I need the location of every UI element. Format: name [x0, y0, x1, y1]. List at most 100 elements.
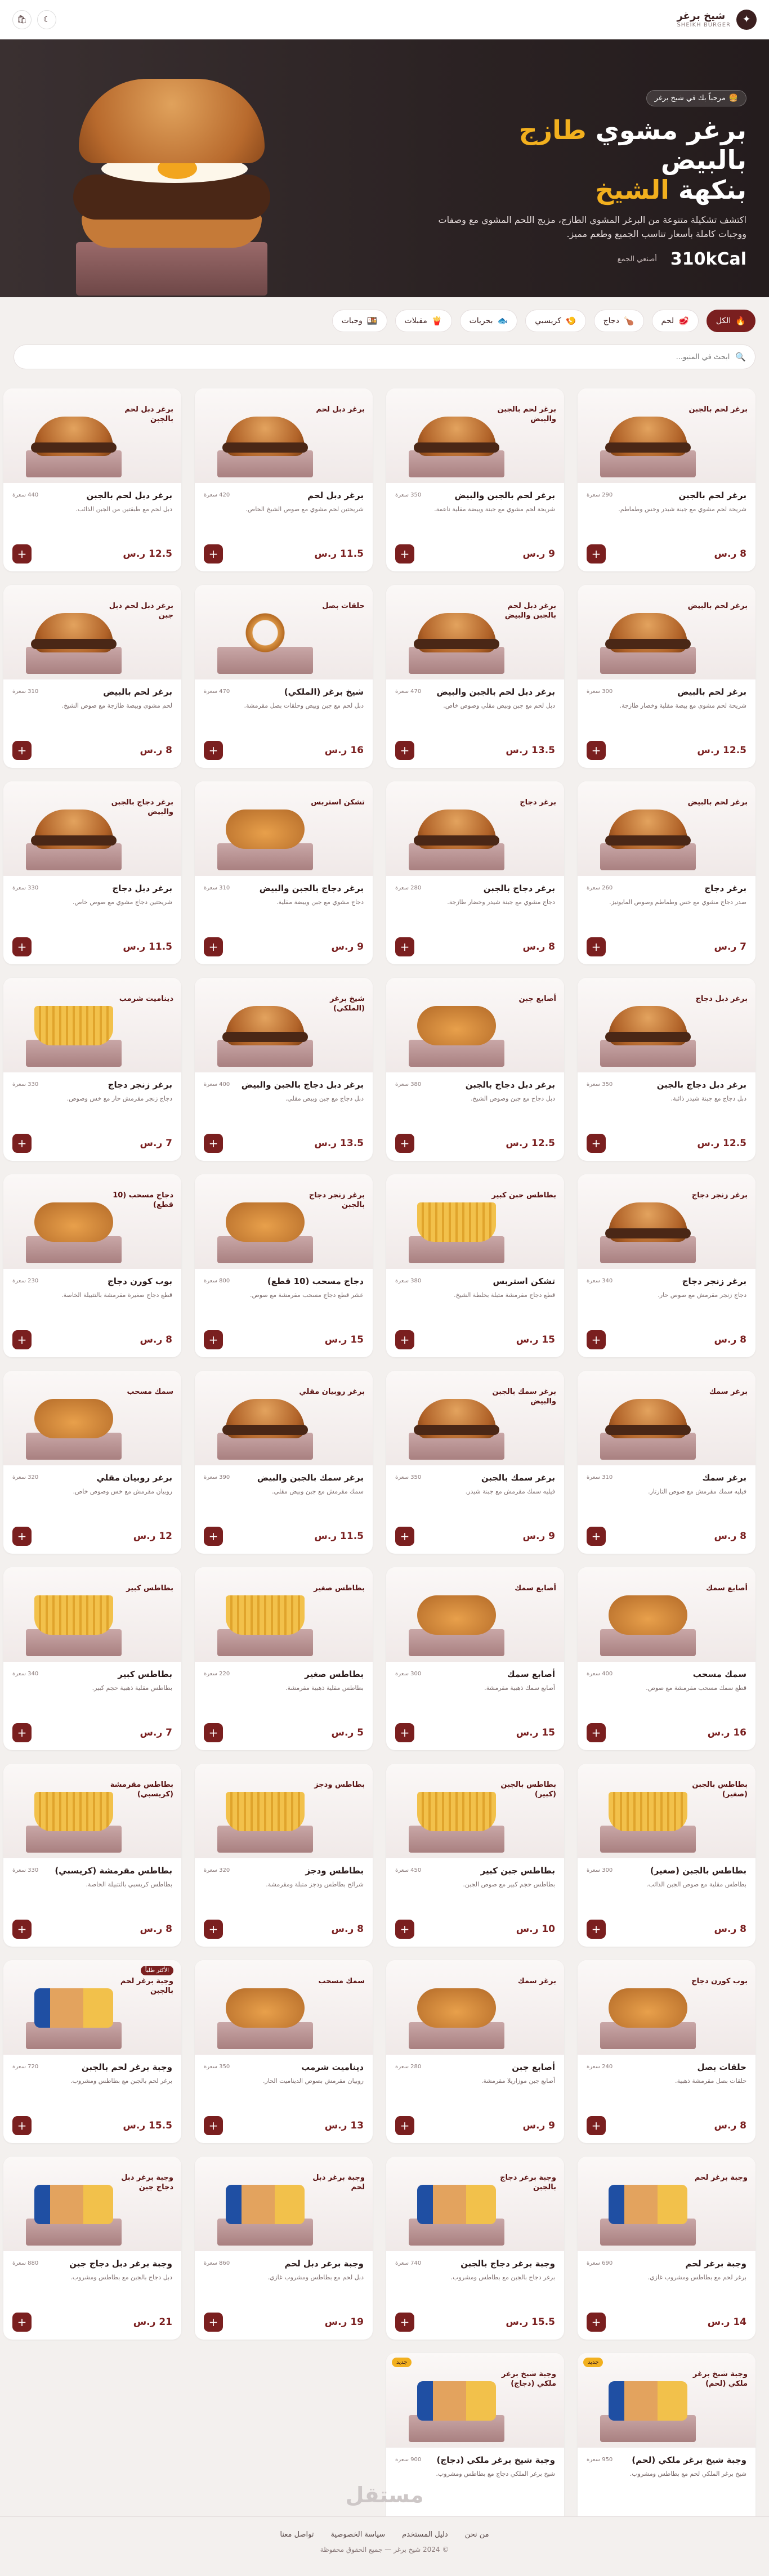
add-to-cart-button[interactable]: + — [204, 1134, 223, 1153]
product-card[interactable]: بطاطس مقرمشة (كريسبي) بطاطس مقرمشة (كريسب… — [3, 1764, 181, 1947]
product-card[interactable]: برغر لحم بالبيض برغر دجاج 260 سعرة صدر دجاج… — [578, 781, 755, 964]
image-label: برغر دبل دجاج — [695, 995, 748, 1003]
brand[interactable]: ✦ شيخ برغر SHEIKH BURGER — [677, 9, 757, 30]
product-card[interactable]: وجبة برغر دبل لحم وجبة برغر دبل لحم 860 سع… — [195, 2157, 373, 2340]
add-to-cart-button[interactable]: + — [12, 741, 32, 760]
add-to-cart-button[interactable]: + — [204, 937, 223, 956]
add-to-cart-button[interactable]: + — [204, 2116, 223, 2135]
footer-link[interactable]: من نحن — [465, 2530, 489, 2539]
category-pill[interactable]: 🔥 الكل — [706, 310, 755, 332]
product-card[interactable]: برغر دجاج برغر دجاج بالجبن 280 سعرة دجاج مش… — [386, 781, 564, 964]
product-card[interactable]: برغر روبيان مقلي برغر سمك بالجبن والبيض 39… — [195, 1371, 373, 1554]
add-to-cart-button[interactable]: + — [587, 741, 606, 760]
product-card[interactable]: تشكن استربس برغر دجاج بالجبن والبيض 310 سع… — [195, 781, 373, 964]
add-to-cart-button[interactable]: + — [587, 1723, 606, 1742]
product-card[interactable]: حلقات بصل شيخ برغر (الملكي) 470 سعرة دبل لح… — [195, 585, 373, 768]
add-to-cart-button[interactable]: + — [395, 1134, 414, 1153]
category-pill[interactable]: 🍗 دجاج — [593, 310, 644, 332]
add-to-cart-button[interactable]: + — [395, 1723, 414, 1742]
product-card[interactable]: دجاج مسحب (10 قطع) بوب كورن دجاج 230 سعرة ق… — [3, 1174, 181, 1357]
add-to-cart-button[interactable]: + — [587, 1134, 606, 1153]
add-to-cart-button[interactable]: + — [587, 2313, 606, 2332]
add-to-cart-button[interactable]: + — [395, 937, 414, 956]
bag-icon[interactable]: 🛍 — [12, 10, 32, 29]
category-pill[interactable]: 🐟 بحريات — [459, 310, 518, 332]
moon-icon[interactable]: ☾ — [37, 10, 56, 29]
add-to-cart-button[interactable]: + — [12, 1134, 32, 1153]
footer-link[interactable]: سياسة الخصوصية — [331, 2530, 386, 2539]
search-bar[interactable]: 🔍 — [14, 345, 755, 369]
product-card[interactable]: برغر زنجر دجاج بالجبن دجاج مسحب (10 قطع) 8… — [195, 1174, 373, 1357]
product-card[interactable]: الأكثر طلباً وجبة برغر لحم بالجبن وجبة برغ… — [3, 1960, 181, 2143]
product-card[interactable]: برغر سمك برغر سمك 310 سعرة فيليه سمك مقرمش … — [578, 1371, 755, 1554]
footer-link[interactable]: تواصل معنا — [280, 2530, 314, 2539]
product-card[interactable]: برغر دبل لحم برغر دبل لحم 420 سعرة شريحتين … — [195, 388, 373, 571]
product-card[interactable]: وجبة برغر لحم وجبة برغر لحم 690 سعرة برغر ل… — [578, 2157, 755, 2340]
product-card[interactable]: برغر دبل دجاج برغر دبل دجاج بالجبن 350 سعر… — [578, 978, 755, 1161]
add-to-cart-button[interactable]: + — [395, 544, 414, 564]
product-card[interactable]: وجبة برغر دجاج بالجبن وجبة برغر دجاج بالج… — [386, 2157, 564, 2340]
product-card[interactable]: برغر زنجر دجاج برغر زنجر دجاج 340 سعرة دجاج… — [578, 1174, 755, 1357]
product-price: 11.5 ر.س — [314, 548, 364, 560]
category-pill[interactable]: 🍟 مقبلات — [395, 310, 452, 332]
product-card[interactable]: برغر لحم بالجبن والبيض برغر لحم بالجبن وا… — [386, 388, 564, 571]
product-price: 9 ر.س — [522, 548, 555, 560]
search-input[interactable] — [23, 352, 730, 361]
product-card[interactable]: برغر دجاج بالجبن والبيض برغر دبل دجاج 330 … — [3, 781, 181, 964]
add-to-cart-button[interactable]: + — [587, 1527, 606, 1546]
product-card[interactable]: برغر لحم بالبيض برغر لحم بالبيض 300 سعرة شر… — [578, 585, 755, 768]
product-card[interactable]: ديناميت شرمب برغر زنجر دجاج 330 سعرة دجاج ز… — [3, 978, 181, 1161]
product-card[interactable]: بطاطس ودجز بطاطس ودجز 320 سعرة شرائح بطاطس … — [195, 1764, 373, 1947]
category-pill[interactable]: 🍱 وجبات — [332, 310, 387, 332]
add-to-cart-button[interactable]: + — [587, 2116, 606, 2135]
add-to-cart-button[interactable]: + — [395, 1330, 414, 1349]
add-to-cart-button[interactable]: + — [395, 2116, 414, 2135]
add-to-cart-button[interactable]: + — [587, 937, 606, 956]
product-card[interactable]: أصابع سمك أصابع سمك 300 سعرة أصابع سمك ذهبي… — [386, 1567, 564, 1750]
product-card[interactable]: برغر سمك أصابع جبن 280 سعرة أصابع جبن موزار… — [386, 1960, 564, 2143]
add-to-cart-button[interactable]: + — [395, 1527, 414, 1546]
add-to-cart-button[interactable]: + — [587, 1330, 606, 1349]
product-card[interactable]: سمك مسحب ديناميت شرمب 350 سعرة روبيان مقرمش… — [195, 1960, 373, 2143]
add-to-cart-button[interactable]: + — [12, 1920, 32, 1939]
product-card[interactable]: برغر سمك بالجبن والبيض برغر سمك بالجبن 350… — [386, 1371, 564, 1554]
add-to-cart-button[interactable]: + — [395, 1920, 414, 1939]
product-card[interactable]: بطاطس بالجبن (صغير) بطاطس بالجبن (صغير) 30… — [578, 1764, 755, 1947]
add-to-cart-button[interactable]: + — [12, 2313, 32, 2332]
add-to-cart-button[interactable]: + — [587, 1920, 606, 1939]
product-card[interactable]: سمك مسحب برغر روبيان مقلي 320 سعرة روبيان م… — [3, 1371, 181, 1554]
product-card[interactable]: بطاطس بالجبن (كبير) بطاطس جبن كبير 450 سعر… — [386, 1764, 564, 1947]
add-to-cart-button[interactable]: + — [204, 544, 223, 564]
add-to-cart-button[interactable]: + — [395, 741, 414, 760]
add-to-cart-button[interactable]: + — [12, 544, 32, 564]
product-card[interactable]: بوب كورن دجاج حلقات بصل 240 سعرة حلقات بصل … — [578, 1960, 755, 2143]
add-to-cart-button[interactable]: + — [12, 937, 32, 956]
product-card[interactable]: برغر لحم بالجبن برغر لحم بالجبن 290 سعرة شر… — [578, 388, 755, 571]
product-card[interactable]: برغر دبل لحم دبل جبن برغر لحم بالبيض 310 س… — [3, 585, 181, 768]
add-to-cart-button[interactable]: + — [12, 1527, 32, 1546]
add-to-cart-button[interactable]: + — [395, 2313, 414, 2332]
category-pill[interactable]: 🍤 كريسبي — [525, 310, 586, 332]
product-card[interactable]: برغر دبل لحم بالجبن برغر دبل لحم بالجبن 44… — [3, 388, 181, 571]
product-card[interactable]: شيخ برغر (الملكي) برغر دبل دجاج بالجبن وا… — [195, 978, 373, 1161]
product-card[interactable]: وجبة برغر دبل دجاج جبن وجبة برغر دبل دجاج… — [3, 2157, 181, 2340]
add-to-cart-button[interactable]: + — [204, 741, 223, 760]
product-card[interactable]: أصابع سمك سمك مسحب 400 سعرة قطع سمك مسحب مق… — [578, 1567, 755, 1750]
add-to-cart-button[interactable]: + — [12, 1330, 32, 1349]
product-card[interactable]: بطاطس جبن كبير تشكن استربس 380 سعرة قطع دجا… — [386, 1174, 564, 1357]
footer-link[interactable]: دليل المستخدم — [402, 2530, 448, 2539]
add-to-cart-button[interactable]: + — [204, 2313, 223, 2332]
add-to-cart-button[interactable]: + — [204, 1920, 223, 1939]
add-to-cart-button[interactable]: + — [12, 2116, 32, 2135]
product-card[interactable]: بطاطس صغير بطاطس صغير 220 سعرة بطاطس مقلية … — [195, 1567, 373, 1750]
add-to-cart-button[interactable]: + — [204, 1527, 223, 1546]
product-card[interactable]: برغر دبل لحم بالجبن والبيض برغر دبل لحم ب… — [386, 585, 564, 768]
add-to-cart-button[interactable]: + — [587, 544, 606, 564]
add-to-cart-button[interactable]: + — [204, 1723, 223, 1742]
food-image — [226, 1792, 305, 1831]
product-card[interactable]: أصابع جبن برغر دبل دجاج بالجبن 380 سعرة دبل… — [386, 978, 564, 1161]
product-card[interactable]: بطاطس كبير بطاطس كبير 340 سعرة بطاطس مقلية … — [3, 1567, 181, 1750]
add-to-cart-button[interactable]: + — [204, 1330, 223, 1349]
category-pill[interactable]: 🥩 لحم — [651, 310, 699, 332]
add-to-cart-button[interactable]: + — [12, 1723, 32, 1742]
